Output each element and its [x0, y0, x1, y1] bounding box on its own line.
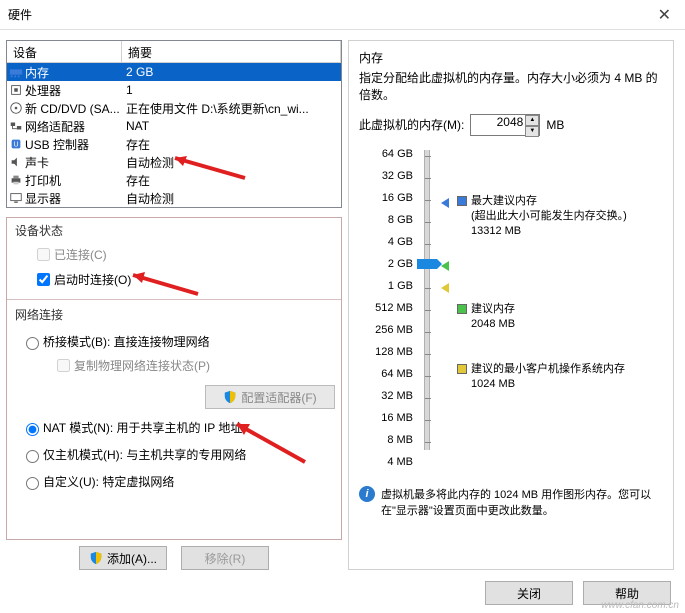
cpu-icon — [7, 83, 25, 97]
table-row[interactable]: 显示器 自动检测 — [7, 189, 341, 207]
custom-label: 自定义(U): 特定虚拟网络 — [43, 473, 174, 490]
bridge-label: 桥接模式(B): 直接连接物理网络 — [43, 333, 210, 350]
table-row[interactable]: 打印机 存在 — [7, 171, 341, 189]
legend-min: 建议的最小客户机操作系统内存 1024 MB — [457, 362, 625, 393]
hostonly-label: 仅主机模式(H): 与主机共享的专用网络 — [43, 446, 246, 463]
svg-text:U: U — [13, 142, 18, 149]
nat-radio[interactable] — [26, 423, 39, 436]
legend-max: 最大建议内存 (超出此大小可能发生内存交换。) 13312 MB — [457, 194, 627, 240]
spinner-icon[interactable]: ▲▼ — [525, 115, 539, 137]
device-name: 打印机 — [25, 172, 122, 189]
device-summary: 存在 — [122, 136, 341, 153]
connected-label: 已连接(C) — [54, 246, 107, 263]
slider-thumb[interactable] — [417, 259, 437, 269]
close-button[interactable]: 关闭 — [485, 581, 573, 605]
device-summary: 自动检测 — [122, 190, 341, 207]
device-name: USB 控制器 — [25, 136, 122, 153]
bridge-radio[interactable] — [26, 337, 39, 350]
col-summary: 摘要 — [122, 41, 341, 62]
device-name: 显示器 — [25, 190, 122, 207]
ram-icon — [7, 65, 25, 79]
info-icon: i — [359, 486, 375, 502]
device-list[interactable]: 设备 摘要 内存 2 GB 处理器 1 新 CD/DVD (SA... 正在使用… — [6, 40, 342, 208]
device-name: 内存 — [25, 64, 122, 81]
device-summary: 自动检测 — [122, 154, 341, 171]
table-row[interactable]: U USB 控制器 存在 — [7, 135, 341, 153]
legend-rec: 建议内存 2048 MB — [457, 302, 515, 333]
table-row[interactable]: 声卡 自动检测 — [7, 153, 341, 171]
add-button[interactable]: 添加(A)... — [79, 546, 167, 570]
device-name: 声卡 — [25, 154, 122, 171]
memory-header: 内存 — [359, 49, 663, 66]
device-summary: 正在使用文件 D:\系统更新\cn_wi... — [122, 100, 341, 117]
shield-icon — [223, 390, 237, 404]
connected-checkbox — [37, 248, 50, 261]
device-summary: 1 — [122, 83, 341, 97]
config-adapter-button: 配置适配器(F) — [205, 385, 335, 409]
remove-button: 移除(R) — [181, 546, 269, 570]
net-label: 网络连接 — [15, 306, 333, 323]
table-row[interactable]: 处理器 1 — [7, 81, 341, 99]
device-name: 网络适配器 — [25, 118, 122, 135]
device-status-group: 设备状态 已连接(C) 启动时连接(O) 网络连接 桥接模式(B): 直接连接物… — [6, 217, 342, 540]
col-device: 设备 — [7, 41, 122, 62]
memory-desc: 指定分配给此虚拟机的内存量。内存大小必须为 4 MB 的倍数。 — [359, 70, 663, 104]
slider-markers — [439, 148, 457, 478]
startup-connect-checkbox[interactable] — [37, 273, 50, 286]
memory-slider[interactable] — [417, 148, 439, 478]
table-row[interactable]: 网络适配器 NAT — [7, 117, 341, 135]
shield-icon — [89, 551, 103, 565]
display-icon — [7, 191, 25, 205]
printer-icon — [7, 173, 25, 187]
table-row[interactable]: 内存 2 GB — [7, 63, 341, 81]
custom-radio[interactable] — [26, 477, 39, 490]
device-summary: 存在 — [122, 172, 341, 189]
watermark: www.cfan.com.cn — [601, 600, 679, 611]
device-summary: 2 GB — [122, 65, 341, 79]
sound-icon — [7, 155, 25, 169]
device-name: 新 CD/DVD (SA... — [25, 100, 122, 117]
memory-info: i 虚拟机最多将此内存的 1024 MB 用作图形内存。您可以在"显示器"设置页… — [359, 486, 663, 518]
usb-icon: U — [7, 137, 25, 151]
device-name: 处理器 — [25, 82, 122, 99]
slider-ticks: 64 GB 32 GB 16 GB 8 GB 4 GB 2 GB 1 GB 51… — [359, 148, 417, 478]
table-row[interactable]: 新 CD/DVD (SA... 正在使用文件 D:\系统更新\cn_wi... — [7, 99, 341, 117]
cd-icon — [7, 101, 25, 115]
memory-input[interactable]: 2048 ▲▼ — [470, 114, 540, 136]
hostonly-radio[interactable] — [26, 450, 39, 463]
close-icon[interactable]: ✕ — [652, 5, 677, 25]
nat-label: NAT 模式(N): 用于共享主机的 IP 地址 — [43, 419, 242, 436]
status-label: 设备状态 — [15, 222, 333, 239]
replicate-checkbox — [57, 359, 70, 372]
replicate-label: 复制物理网络连接状态(P) — [74, 357, 210, 374]
memory-label: 此虚拟机的内存(M): — [359, 116, 464, 133]
device-summary: NAT — [122, 119, 341, 133]
window-title: 硬件 — [8, 6, 652, 23]
memory-unit: MB — [546, 118, 564, 132]
net-icon — [7, 119, 25, 133]
startup-connect-label: 启动时连接(O) — [54, 271, 131, 288]
